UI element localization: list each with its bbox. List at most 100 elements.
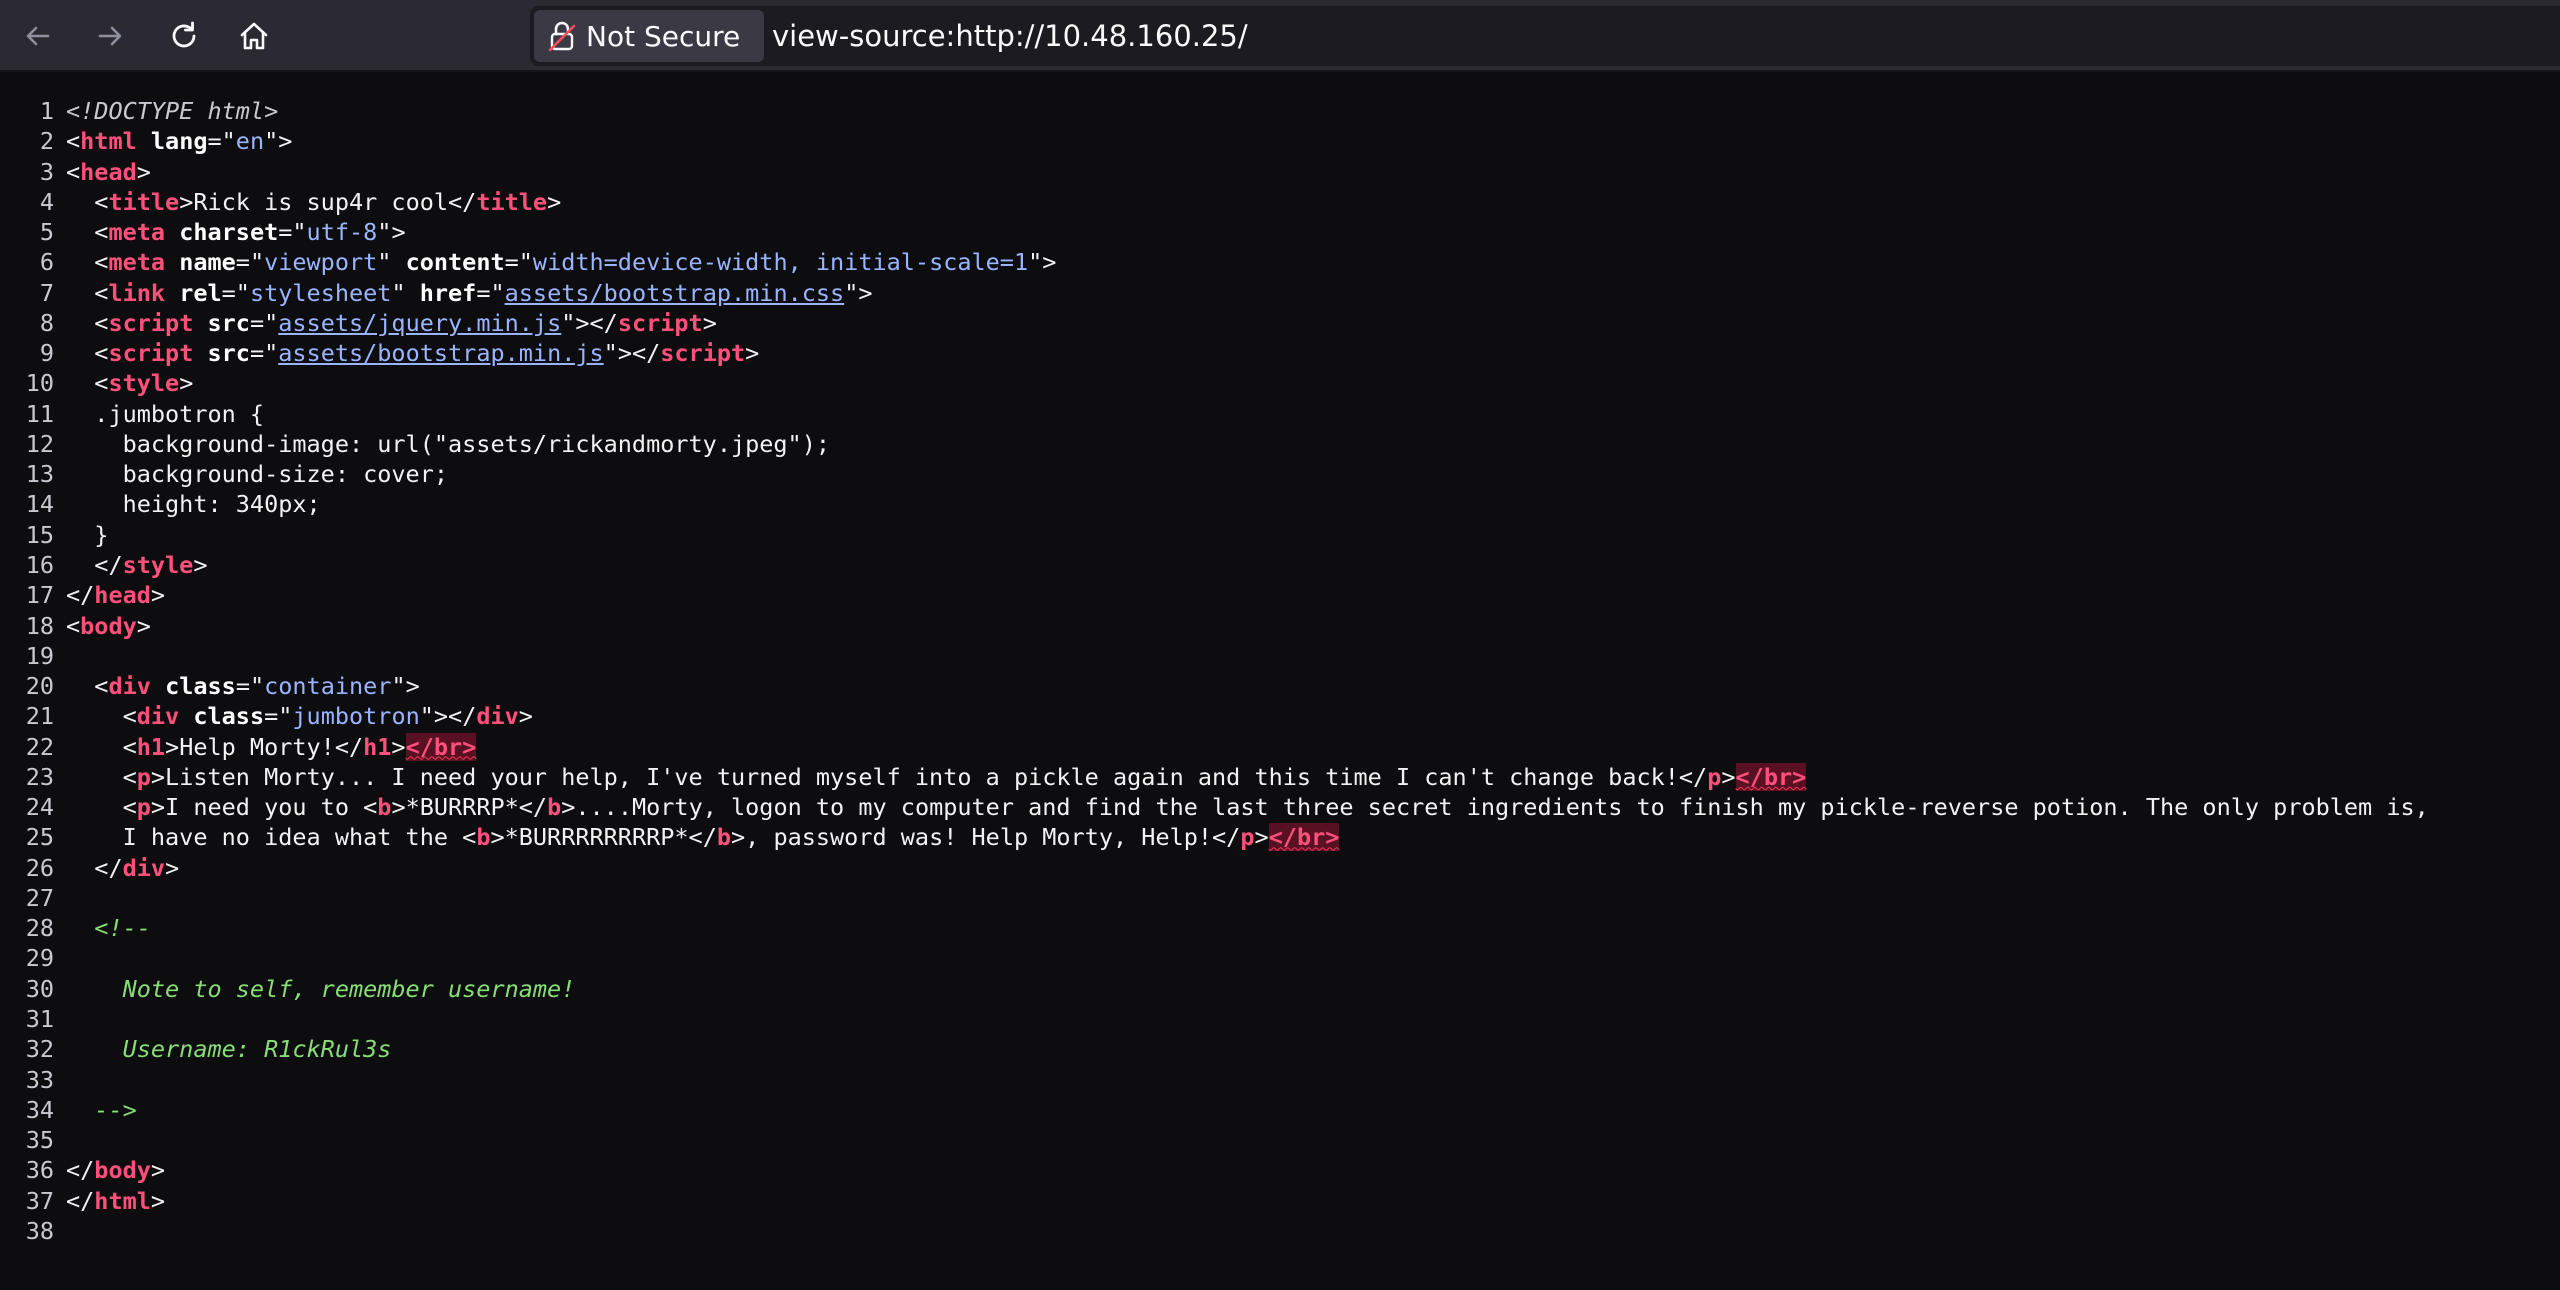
html-attribute: rel [179, 278, 222, 307]
attribute-value: width=device-width, initial-scale=1 [532, 248, 1029, 277]
html-attribute: class [165, 672, 236, 701]
html-tag-name: html [80, 127, 137, 156]
source-line: 6 <meta name="viewport" content="width=d… [0, 247, 2560, 277]
arrow-left-icon [26, 26, 50, 46]
source-text: > [193, 550, 208, 579]
source-line: 13 background-size: cover; [0, 459, 2560, 489]
source-code: <html lang="en"> [66, 127, 292, 155]
source-text: </ [66, 1156, 95, 1185]
html-tag-name: div [136, 702, 180, 731]
source-text: "></ [603, 339, 661, 368]
source-text: < [66, 248, 109, 277]
source-text: =" [235, 672, 265, 701]
source-text: .jumbotron { [66, 399, 265, 428]
source-code: <style> [66, 369, 193, 397]
source-text: > [547, 187, 562, 216]
home-button[interactable] [230, 12, 278, 60]
source-code: <!-- [66, 914, 151, 942]
html-tag-name: meta [108, 218, 166, 247]
source-code: .jumbotron { [66, 400, 264, 428]
line-number: 24 [25, 793, 54, 822]
html-tag-name: p [1707, 762, 1722, 791]
source-link[interactable]: assets/bootstrap.min.css [505, 279, 845, 307]
source-text: > [745, 339, 760, 368]
attribute-value: jumbotron [292, 702, 420, 731]
source-text: > [179, 369, 194, 398]
source-code: <p>I need you to <b>*BURRRP*</b>....Mort… [66, 793, 2429, 821]
address-bar[interactable]: Not Secure view-source:http://10.48.160.… [530, 6, 2560, 66]
source-text: < [66, 732, 137, 761]
source-line: 14 height: 340px; [0, 489, 2560, 519]
source-view: 1 <!DOCTYPE html> 2 <html lang="en"> 3 <head>… [0, 96, 2560, 1246]
source-text: >I need you to < [150, 793, 378, 822]
source-code: <div class="jumbotron"></div> [66, 702, 533, 730]
source-text: > [150, 1186, 166, 1215]
line-number: 4 [39, 187, 54, 216]
line-number: 23 [25, 762, 54, 791]
reload-icon [172, 21, 196, 48]
html-comment: <!-- [66, 914, 151, 943]
line-number: 20 [25, 672, 54, 701]
source-text: </ [66, 550, 123, 579]
line-number: 32 [25, 1035, 54, 1064]
attribute-value: utf-8 [306, 218, 378, 247]
source-line: 30 Note to self, remember username! [0, 974, 2560, 1004]
source-text: < [66, 157, 81, 186]
source-text: =" [249, 339, 279, 368]
source-text: =" [476, 278, 505, 307]
source-line: 3 <head> [0, 157, 2560, 187]
source-text: >Rick is sup4r cool</ [179, 187, 477, 216]
forward-button[interactable] [86, 12, 134, 60]
source-text: < [66, 308, 109, 337]
url-text[interactable]: view-source:http://10.48.160.25/ [772, 6, 1248, 66]
source-text: < [66, 218, 109, 247]
source-line: 10 <style> [0, 368, 2560, 398]
source-line: 25 I have no idea what the <b>*BURRRRRRR… [0, 822, 2560, 852]
source-link[interactable]: assets/bootstrap.min.js [278, 339, 603, 367]
source-text: </ [66, 1186, 95, 1215]
reload-button[interactable] [160, 12, 208, 60]
source-code: I have no idea what the <b>*BURRRRRRRRP*… [66, 823, 1340, 852]
source-text: > [702, 308, 717, 337]
source-text: </ [66, 581, 95, 610]
source-code: </div> [66, 854, 179, 882]
arrow-right-icon [98, 26, 122, 46]
source-text: "> [391, 672, 420, 701]
source-text: < [66, 339, 109, 368]
line-number: 28 [25, 914, 54, 943]
source-text: >....Morty, logon to my computer and fin… [561, 793, 2429, 822]
html-attribute: class [193, 702, 265, 731]
source-text: "></ [561, 308, 618, 337]
html-tag-name: body [80, 611, 137, 640]
back-button[interactable] [14, 12, 62, 60]
line-number: 3 [39, 157, 54, 186]
html-tag-name: div [108, 672, 151, 701]
source-line: 35 [0, 1125, 2560, 1155]
source-line: 29 [0, 943, 2560, 973]
html-tag-name: b [716, 823, 731, 852]
line-number: 27 [25, 883, 54, 912]
html-tag-name: b [377, 793, 392, 822]
source-line: 11 .jumbotron { [0, 399, 2560, 429]
security-indicator[interactable]: Not Secure [534, 10, 764, 62]
html-tag-name: b [476, 823, 491, 852]
line-number: 8 [39, 308, 54, 337]
html-tag-name: style [108, 369, 180, 398]
html-comment: Username: R1ckRul3s [66, 1035, 392, 1064]
source-code: </style> [66, 550, 208, 579]
source-text: > [165, 853, 180, 882]
html-tag-error: </br> [1735, 762, 1807, 791]
line-number: 18 [25, 611, 54, 640]
source-link[interactable]: assets/jquery.min.js [278, 309, 561, 337]
line-number: 1 [39, 97, 54, 125]
html-tag-name: link [108, 278, 166, 307]
html-attribute: name [179, 248, 236, 277]
source-text: background-image: url("assets/rickandmor… [66, 429, 831, 458]
html-tag-name: script [617, 308, 703, 337]
html-tag-name: head [80, 157, 137, 186]
line-number: 17 [25, 581, 54, 610]
line-number: 35 [25, 1126, 54, 1155]
source-line: 7 <link rel="stylesheet" href="assets/bo… [0, 278, 2560, 308]
line-number: 22 [25, 732, 54, 761]
source-text: > [1721, 762, 1736, 791]
